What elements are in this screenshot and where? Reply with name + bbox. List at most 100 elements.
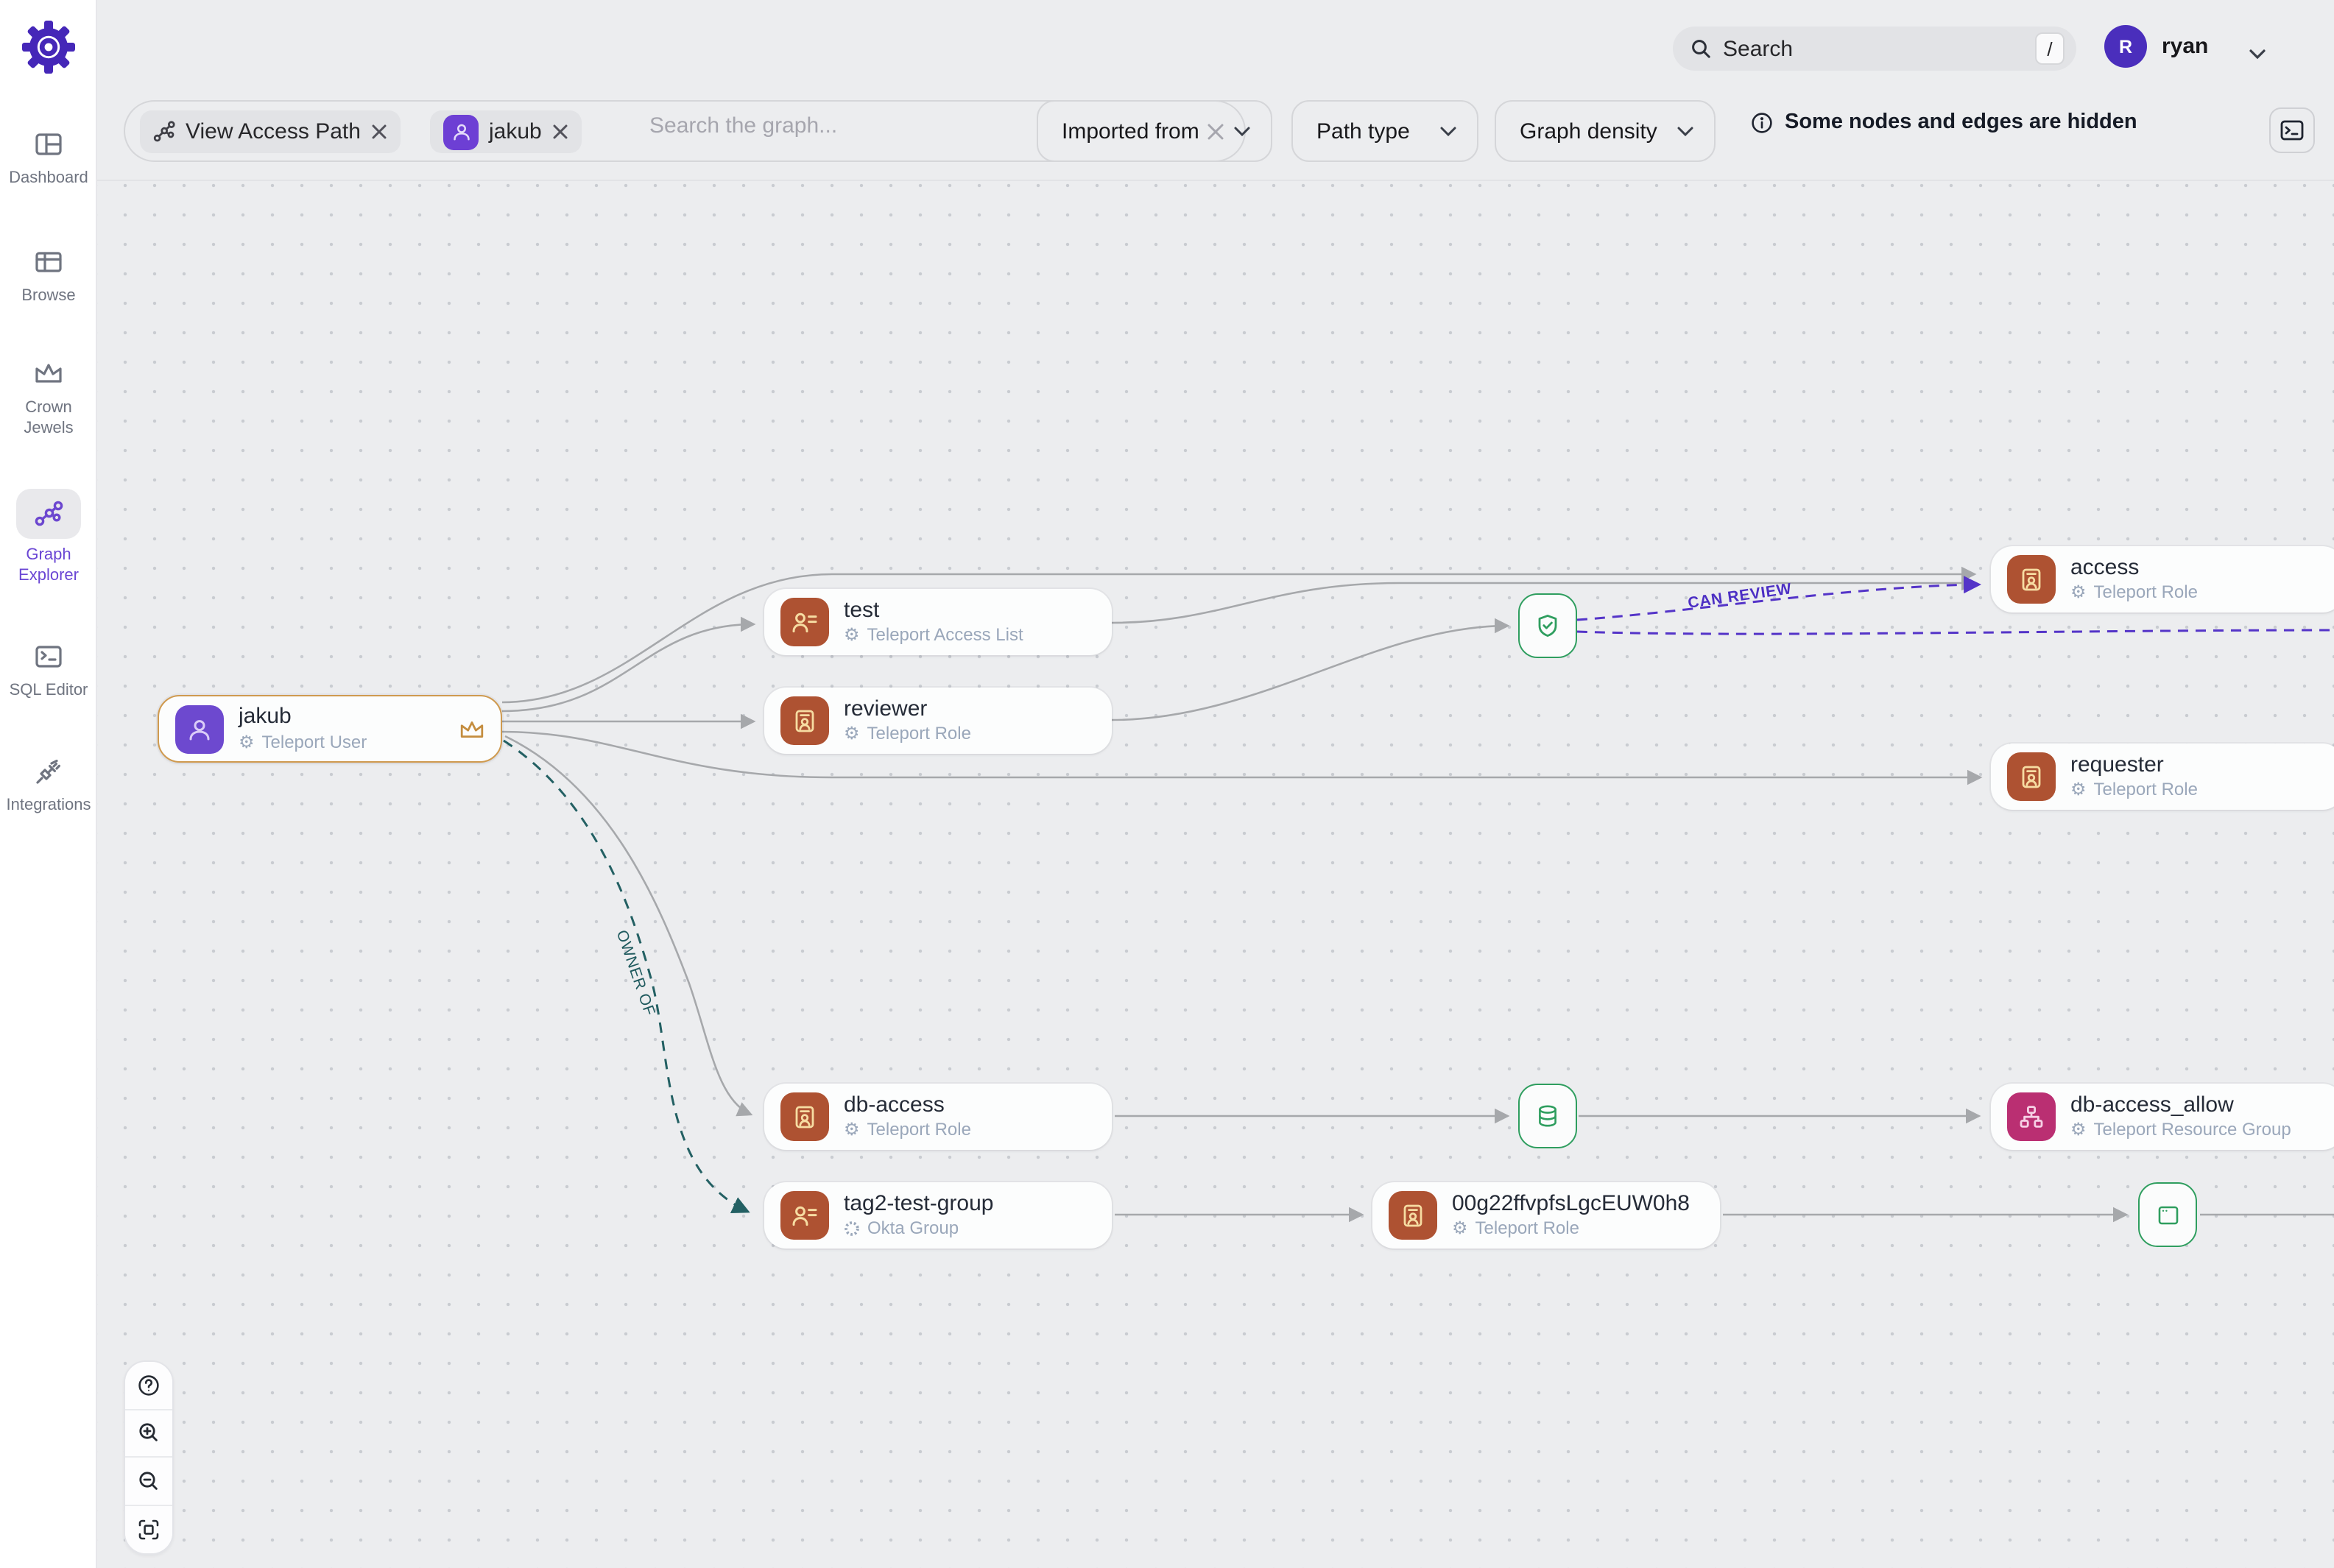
- help-icon: [138, 1374, 159, 1396]
- teleport-gear-icon: ⚙: [844, 723, 860, 744]
- node-subtitle: Teleport Role: [2093, 582, 2198, 603]
- graph-node-requester[interactable]: requester ⚙ Teleport Role: [1991, 744, 2334, 810]
- teleport-gear-icon: ⚙: [2070, 779, 2087, 800]
- fit-view-icon: [138, 1519, 159, 1539]
- teleport-gear-icon: ⚙: [844, 624, 860, 646]
- zoom-out-button[interactable]: [125, 1458, 172, 1505]
- terminal-panel-icon: [2280, 120, 2304, 141]
- crown-jewel-icon[interactable]: [459, 718, 484, 739]
- global-search[interactable]: /: [1673, 27, 2076, 71]
- chevron-down-icon: [1677, 126, 1693, 136]
- sidebar: Dashboard Browse Crown Jewels Graph Expl…: [0, 0, 97, 1568]
- graph-node-application-gate[interactable]: [2138, 1182, 2197, 1247]
- node-title: db-access_allow: [2070, 1092, 2234, 1117]
- graph-canvas[interactable]: [97, 180, 2334, 1568]
- zoom-in-icon: [139, 1423, 158, 1442]
- canvas-toolbar: [124, 1360, 174, 1555]
- node-title: jakub: [239, 704, 292, 730]
- dashboard-icon: [31, 127, 66, 162]
- zoom-in-button[interactable]: [125, 1410, 172, 1458]
- teleport-gear-icon: ⚙: [1452, 1218, 1468, 1239]
- zoom-out-icon: [139, 1471, 158, 1490]
- node-title: 00g22ffvpfsLgcEUW0h8: [1452, 1190, 1690, 1216]
- remove-chip-icon[interactable]: [552, 124, 568, 140]
- graph-node-database-gate[interactable]: [1518, 1084, 1577, 1148]
- app-window: CAN REVIEW OWNER OF Dashboard Browse Cro…: [0, 0, 2334, 1568]
- sidebar-item-sql-editor[interactable]: SQL Editor: [0, 639, 97, 702]
- node-subtitle: Teleport Access List: [867, 624, 1023, 646]
- graph-explorer-icon: [31, 496, 66, 532]
- node-title: db-access: [844, 1092, 945, 1117]
- search-shortcut-badge: /: [2035, 32, 2065, 65]
- graph-node-access[interactable]: access ⚙ Teleport Role: [1991, 546, 2334, 612]
- graph-search-input[interactable]: [649, 113, 1062, 138]
- teleport-gear-icon: ⚙: [2070, 582, 2087, 603]
- shield-check-icon: [1538, 615, 1557, 637]
- node-subtitle: Teleport Role: [2093, 779, 2198, 800]
- node-subtitle: Teleport Resource Group: [2093, 1119, 2291, 1140]
- role-id-card-icon: [2007, 555, 2056, 604]
- graph-node-db-access[interactable]: db-access ⚙ Teleport Role: [764, 1084, 1112, 1150]
- node-subtitle: Teleport Role: [867, 723, 971, 744]
- gear-logo-icon: [22, 21, 75, 74]
- node-title: access: [2070, 554, 2140, 580]
- chevron-down-icon: [1234, 126, 1250, 136]
- user-chip-avatar: [443, 114, 479, 149]
- graph-density-dropdown[interactable]: Graph density: [1495, 100, 1716, 162]
- fit-view-button[interactable]: [125, 1505, 172, 1553]
- access-path-icon: [153, 121, 175, 142]
- graph-node-tag2-test-group[interactable]: tag2-test-group Okta Group: [764, 1182, 1112, 1249]
- role-id-card-icon: [780, 696, 829, 745]
- sidebar-item-crown-jewels[interactable]: Crown Jewels: [0, 356, 97, 439]
- graph-node-db-access-allow[interactable]: db-access_allow ⚙ Teleport Resource Grou…: [1991, 1084, 2334, 1150]
- user-menu-chevron-icon[interactable]: [2249, 41, 2266, 68]
- node-subtitle: Teleport Role: [867, 1119, 971, 1140]
- teleport-user-icon: [175, 704, 224, 753]
- role-id-card-icon: [780, 1092, 829, 1141]
- sidebar-item-dashboard[interactable]: Dashboard: [0, 127, 97, 190]
- graph-node-review-gate[interactable]: [1518, 593, 1577, 658]
- user-avatar[interactable]: R: [2104, 25, 2147, 68]
- teleport-gear-icon: ⚙: [239, 731, 255, 752]
- chevron-down-icon: [1440, 126, 1456, 136]
- search-icon: [1692, 40, 1710, 58]
- imported-from-dropdown[interactable]: Imported from: [1037, 100, 1272, 162]
- browse-icon: [31, 244, 66, 280]
- access-list-icon: [780, 598, 829, 646]
- graph-node-reviewer[interactable]: reviewer ⚙ Teleport Role: [764, 688, 1112, 754]
- help-button[interactable]: [125, 1362, 172, 1410]
- application-window-icon: [2157, 1205, 2178, 1224]
- remove-chip-icon[interactable]: [371, 124, 387, 140]
- node-subtitle: Teleport Role: [1475, 1218, 1579, 1239]
- path-type-dropdown[interactable]: Path type: [1291, 100, 1478, 162]
- sidebar-item-integrations[interactable]: Integrations: [0, 754, 97, 817]
- node-title: requester: [2070, 752, 2164, 777]
- graph-node-test[interactable]: test ⚙ Teleport Access List: [764, 589, 1112, 655]
- filter-chip-jakub[interactable]: jakub: [430, 110, 582, 153]
- plug-icon: [31, 754, 66, 789]
- node-title: tag2-test-group: [844, 1190, 994, 1216]
- app-logo[interactable]: [19, 18, 78, 77]
- teleport-gear-icon: ⚙: [2070, 1119, 2087, 1140]
- node-title: test: [844, 597, 880, 623]
- node-subtitle: Okta Group: [867, 1218, 959, 1239]
- hidden-nodes-notice: Some nodes and edges are hidden: [1751, 110, 2137, 134]
- filter-chip-view-access-path[interactable]: View Access Path: [140, 110, 401, 153]
- graph-node-jakub[interactable]: jakub ⚙ Teleport User: [158, 695, 502, 763]
- sidebar-item-graph-explorer[interactable]: Graph Explorer: [0, 489, 97, 587]
- database-icon: [1539, 1105, 1556, 1127]
- open-query-panel-button[interactable]: [2269, 107, 2315, 153]
- crown-icon: [31, 356, 66, 392]
- okta-icon: [845, 1221, 859, 1236]
- teleport-gear-icon: ⚙: [844, 1119, 860, 1140]
- graph-node-00g22ffvpfsLgcEUW0h8[interactable]: 00g22ffvpfsLgcEUW0h8 ⚙ Teleport Role: [1372, 1182, 1720, 1249]
- info-icon: [1752, 112, 1772, 133]
- user-name: ryan: [2162, 34, 2209, 59]
- node-subtitle: Teleport User: [261, 731, 367, 752]
- sidebar-item-browse[interactable]: Browse: [0, 244, 97, 308]
- role-id-card-icon: [2007, 752, 2056, 801]
- terminal-icon: [31, 639, 66, 674]
- group-icon: [780, 1191, 829, 1240]
- node-title: reviewer: [844, 696, 928, 721]
- global-search-input[interactable]: [1723, 36, 2035, 61]
